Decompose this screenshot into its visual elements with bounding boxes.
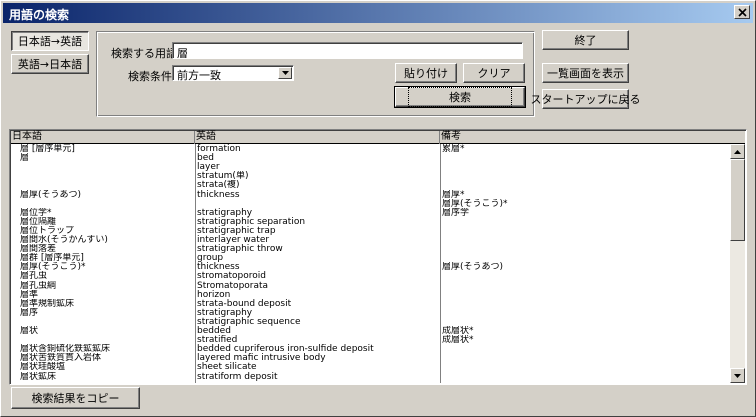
en-to-ja-button[interactable]: 英語→日本語 xyxy=(11,54,89,74)
search-window: 用語の検索 日本語→英語 英語→日本語 検索する用語: 層 検索条件: 前方一致… xyxy=(0,0,756,417)
condition-value: 前方一致 xyxy=(177,69,221,82)
arrow-up-icon xyxy=(734,149,741,154)
clear-button[interactable]: クリア xyxy=(463,63,525,83)
header-notes[interactable]: 備考 xyxy=(440,131,746,144)
copy-results-label: 検索結果をコピー xyxy=(31,392,120,405)
header-english[interactable]: 英語 xyxy=(195,131,440,144)
ja-to-en-button[interactable]: 日本語→英語 xyxy=(11,31,89,51)
cell-japanese: 層状 xyxy=(20,326,39,336)
grid-rows: 層 [層序単元] formation 累層* 層 bed layer stratum(単) s… xyxy=(11,144,730,383)
cell-notes: 累層* xyxy=(442,144,465,154)
close-icon xyxy=(737,7,747,17)
search-button[interactable]: 検索 xyxy=(394,86,526,108)
window-title: 用語の検索 xyxy=(9,8,70,22)
cell-notes: 層厚(そうあつ) xyxy=(442,262,504,273)
ja-to-en-label: 日本語→英語 xyxy=(17,35,83,48)
vertical-scrollbar[interactable] xyxy=(730,144,745,383)
cell-japanese: 層 xyxy=(20,153,30,164)
search-label: 検索 xyxy=(408,87,512,107)
cell-japanese: 層状鉱床 xyxy=(20,371,57,382)
cell-notes: 成層状* xyxy=(442,335,474,346)
exit-button[interactable]: 終了 xyxy=(542,30,629,50)
paste-label: 貼り付け xyxy=(404,67,448,80)
close-button[interactable] xyxy=(734,5,750,19)
scroll-thumb[interactable] xyxy=(730,159,745,241)
startup-button[interactable]: スタートアップに戻る xyxy=(531,89,641,109)
term-label: 検索する用語: xyxy=(111,47,181,60)
table-row[interactable]: 層状鉱床 stratiform deposit xyxy=(11,371,730,382)
title-bar[interactable]: 用語の検索 xyxy=(3,3,753,23)
search-input[interactable]: 層 xyxy=(172,42,523,59)
startup-label: スタートアップに戻る xyxy=(530,93,641,106)
cell-japanese: 層厚(そうあつ) xyxy=(20,189,82,200)
list-view-button[interactable]: 一覧画面を表示 xyxy=(542,63,629,83)
chevron-down-icon xyxy=(281,71,289,75)
exit-label: 終了 xyxy=(574,34,597,47)
dropdown-button[interactable] xyxy=(278,67,292,79)
clear-label: クリア xyxy=(477,67,511,80)
paste-button[interactable]: 貼り付け xyxy=(395,63,457,83)
grid-header: 日本語 英語 備考 xyxy=(11,131,745,144)
scroll-down-button[interactable] xyxy=(730,368,745,383)
condition-label: 検索条件: xyxy=(128,70,176,83)
cell-english: stratiform deposit xyxy=(197,371,278,382)
arrow-down-icon xyxy=(734,373,741,378)
results-grid[interactable]: 日本語 英語 備考 層 [層序単元] formation 累層* 層 bed layer s… xyxy=(9,129,747,385)
cell-notes: 層序学 xyxy=(442,207,470,218)
scroll-up-button[interactable] xyxy=(730,144,745,159)
header-japanese[interactable]: 日本語 xyxy=(11,131,195,144)
en-to-ja-label: 英語→日本語 xyxy=(17,58,83,71)
cell-japanese: 層序 xyxy=(20,307,39,318)
list-view-label: 一覧画面を表示 xyxy=(547,67,624,80)
copy-results-button[interactable]: 検索結果をコピー xyxy=(11,387,140,409)
cell-english: thickness xyxy=(197,189,240,200)
condition-select[interactable]: 前方一致 xyxy=(172,65,294,82)
